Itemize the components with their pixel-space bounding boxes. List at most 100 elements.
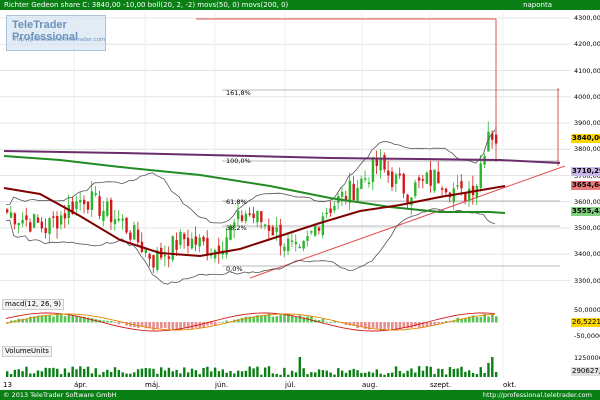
volume-bar bbox=[406, 370, 409, 377]
candle-body bbox=[283, 246, 286, 251]
volume-bar bbox=[310, 372, 313, 377]
chart-canvas[interactable] bbox=[0, 0, 600, 400]
macd-histogram-bar bbox=[160, 322, 163, 329]
candle-body bbox=[75, 201, 78, 209]
candle-body bbox=[79, 199, 82, 203]
candle-body bbox=[444, 188, 448, 193]
volume-bar bbox=[156, 373, 159, 377]
volume-bar bbox=[468, 370, 471, 377]
volume-bar bbox=[75, 369, 78, 377]
volume-bar bbox=[109, 371, 113, 377]
candle-body bbox=[121, 218, 124, 221]
candle-body bbox=[148, 254, 151, 259]
candle-body bbox=[129, 232, 132, 240]
ma200-price-box: 3555,43 bbox=[571, 207, 600, 216]
candle-body bbox=[406, 194, 409, 203]
volume-bar bbox=[13, 369, 17, 377]
volume-bar bbox=[260, 374, 263, 377]
volume-bar bbox=[198, 374, 201, 377]
volume-value-box: 290627,0 bbox=[571, 367, 600, 376]
candle-body bbox=[294, 241, 298, 245]
macd-panel-title: macd(12, 26, 9) bbox=[2, 299, 65, 310]
volume-bar bbox=[129, 373, 132, 377]
macd-histogram-bar bbox=[117, 322, 121, 325]
macd-value-box: 26,5221 bbox=[571, 318, 600, 327]
volume-bar bbox=[344, 372, 348, 377]
volume-bar bbox=[352, 368, 355, 377]
volume-bar bbox=[244, 370, 248, 377]
copyright-text: © 2013 TeleTrader Software GmbH bbox=[3, 391, 117, 399]
candle-body bbox=[9, 212, 13, 218]
volume-bar bbox=[256, 366, 259, 377]
macd-histogram-bar bbox=[156, 322, 159, 329]
macd-histogram-bar bbox=[298, 315, 302, 323]
volume-bar bbox=[233, 373, 236, 377]
volume-bar bbox=[387, 373, 390, 377]
volume-bar bbox=[52, 367, 55, 377]
price-tick: 3300,00 bbox=[574, 277, 600, 285]
chart-window: Richter Gedeon share C: 3840,00 -10,00 b… bbox=[0, 0, 600, 400]
volume-bar bbox=[25, 366, 28, 377]
volume-bar bbox=[121, 372, 124, 377]
candle-body bbox=[102, 210, 105, 221]
macd-histogram-bar bbox=[183, 322, 186, 328]
volume-bar bbox=[240, 371, 244, 377]
candle-body bbox=[340, 191, 344, 197]
volume-bar bbox=[456, 368, 459, 377]
candle-body bbox=[163, 255, 167, 257]
volume-bar bbox=[429, 366, 432, 377]
candle-body bbox=[441, 188, 444, 190]
macd-histogram-bar bbox=[294, 317, 298, 323]
candle-body bbox=[329, 208, 332, 213]
macd-histogram-bar bbox=[136, 322, 140, 328]
price-tick: 3600,00 bbox=[574, 198, 600, 206]
volume-bar bbox=[194, 370, 198, 377]
macd-histogram-bar bbox=[225, 320, 229, 323]
macd-histogram-bar bbox=[163, 322, 167, 329]
candle-body bbox=[29, 222, 32, 232]
x-tick: máj. bbox=[145, 381, 161, 389]
candle-body bbox=[364, 178, 367, 180]
volume-bar bbox=[448, 367, 452, 377]
candle-body bbox=[40, 221, 44, 229]
fib-label-100: 100,0% bbox=[226, 157, 251, 165]
candle-body bbox=[113, 219, 117, 225]
logo-url: http://professional.teletrader.com bbox=[13, 37, 106, 43]
candle-body bbox=[17, 222, 20, 226]
volume-bar bbox=[333, 374, 336, 377]
volume-bar bbox=[160, 367, 163, 377]
volume-bar bbox=[414, 372, 417, 377]
volume-bar bbox=[152, 368, 155, 377]
macd-histogram-bar bbox=[244, 316, 248, 323]
volume-bar bbox=[248, 366, 251, 377]
macd-histogram-bar bbox=[109, 321, 113, 323]
volume-bar bbox=[444, 374, 448, 377]
candle-body bbox=[90, 191, 94, 211]
candle-body bbox=[437, 171, 440, 184]
volume-bar bbox=[229, 370, 232, 377]
macd-histogram-bar bbox=[479, 316, 483, 323]
candle-body bbox=[36, 217, 40, 223]
macd-histogram-bar bbox=[217, 322, 221, 323]
volume-bar bbox=[183, 367, 186, 377]
macd-histogram-bar bbox=[52, 316, 55, 323]
volume-bar bbox=[491, 357, 494, 377]
volume-bar bbox=[17, 369, 20, 377]
volume-bar bbox=[383, 374, 386, 377]
volume-bar bbox=[329, 372, 332, 377]
price-tick: 3900,00 bbox=[574, 119, 600, 127]
volume-bar bbox=[294, 372, 298, 377]
macd-histogram-bar bbox=[410, 322, 413, 328]
volume-bar bbox=[421, 370, 425, 377]
candle-body bbox=[367, 182, 371, 185]
macd-histogram-bar bbox=[491, 314, 494, 323]
footer-url[interactable]: http://professional.teletrader.com bbox=[483, 390, 592, 400]
macd-histogram-bar bbox=[494, 316, 498, 323]
candle-body bbox=[63, 213, 67, 219]
macd-histogram-bar bbox=[48, 315, 51, 323]
volume-bar bbox=[475, 374, 479, 377]
volume-bar bbox=[9, 373, 13, 377]
volume-bar bbox=[6, 371, 9, 377]
macd-histogram-bar bbox=[240, 317, 244, 323]
candle-body bbox=[136, 229, 140, 243]
